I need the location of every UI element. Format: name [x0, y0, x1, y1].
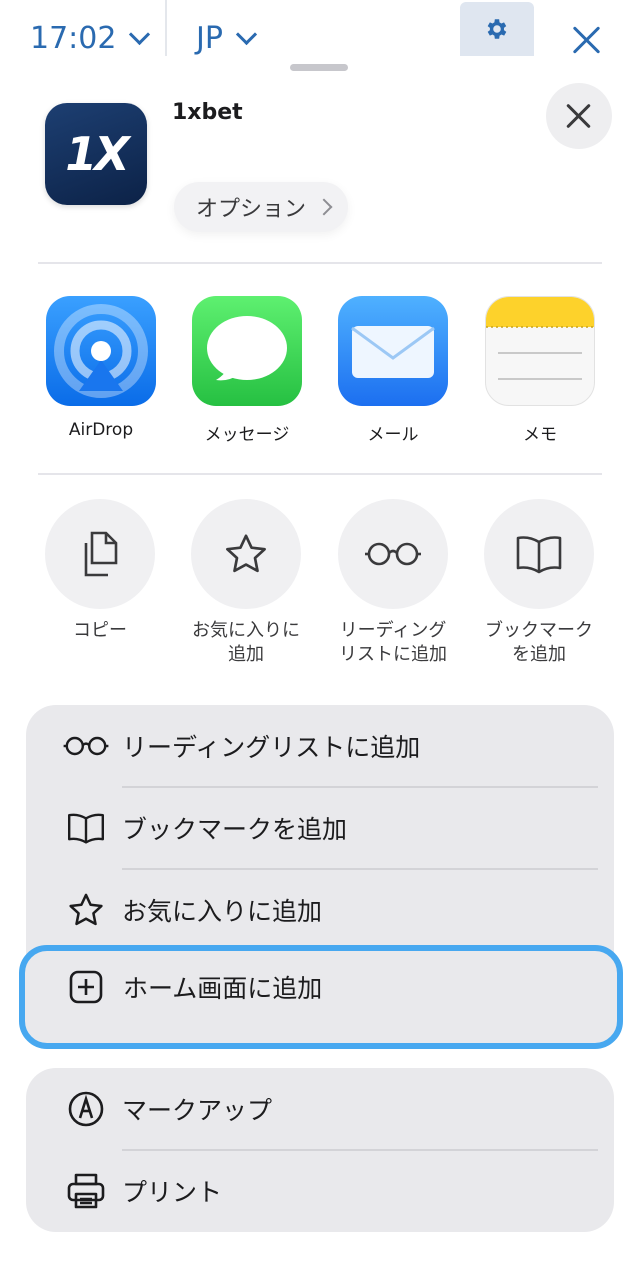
- action-label: コピー: [73, 620, 127, 641]
- gear-icon: [487, 19, 507, 39]
- list-item-label: ホーム画面に追加: [123, 974, 323, 1003]
- app-icon: 1X: [45, 103, 147, 205]
- action-add-favorites[interactable]: お気に入りに 追加: [173, 499, 319, 667]
- share-label: メッセージ: [204, 425, 290, 445]
- close-button[interactable]: [546, 83, 612, 149]
- action-add-reading-list[interactable]: リーディング リストに追加: [320, 499, 466, 667]
- share-messages[interactable]: メッセージ: [177, 296, 317, 445]
- share-airdrop[interactable]: AirDrop: [31, 296, 171, 440]
- share-label: AirDrop: [68, 420, 134, 440]
- divider: [165, 0, 167, 56]
- list-item-label: ブックマークを追加: [122, 815, 348, 844]
- action-list-2: マークアップ プリント: [26, 1068, 614, 1232]
- star-icon: [191, 499, 301, 609]
- action-label: ブックマーク を追加: [485, 620, 593, 665]
- list-item-bookmark[interactable]: ブックマークを追加: [26, 787, 614, 869]
- glasses-icon: [58, 726, 114, 766]
- list-item-print[interactable]: プリント: [26, 1150, 614, 1232]
- printer-icon: [58, 1171, 114, 1211]
- plus-square-icon: [58, 967, 114, 1007]
- list-item-reading-list[interactable]: リーディングリストに追加: [26, 705, 614, 787]
- star-icon: [58, 890, 114, 930]
- divider: [38, 262, 602, 264]
- app-name: 1xbet: [172, 100, 243, 125]
- share-mail[interactable]: メール: [323, 296, 463, 445]
- options-label: オプション: [196, 197, 307, 222]
- copy-icon: [45, 499, 155, 609]
- options-button[interactable]: オプション: [174, 182, 349, 232]
- chevron-down-icon: [235, 23, 258, 45]
- close-icon[interactable]: [566, 20, 606, 60]
- sheet-grabber[interactable]: [290, 64, 348, 71]
- chevron-right-icon: [315, 198, 333, 216]
- markup-icon: [58, 1089, 114, 1129]
- time-selector[interactable]: 17:02: [30, 18, 151, 58]
- app-logo-text: 1X: [65, 127, 130, 181]
- mail-icon: [338, 296, 448, 406]
- action-copy[interactable]: コピー: [27, 499, 173, 643]
- book-icon: [484, 499, 594, 609]
- notes-icon: [485, 296, 595, 406]
- language-selector[interactable]: JP: [196, 18, 258, 58]
- divider: [38, 473, 602, 475]
- share-notes[interactable]: メモ: [470, 296, 610, 445]
- list-item-label: マークアップ: [122, 1096, 273, 1125]
- list-item-favorites[interactable]: お気に入りに追加: [26, 869, 614, 951]
- chevron-down-icon: [129, 23, 151, 45]
- list-item-label: プリント: [122, 1178, 223, 1207]
- settings-button[interactable]: [460, 2, 534, 56]
- action-add-bookmark[interactable]: ブックマーク を追加: [466, 499, 612, 667]
- messages-icon: [192, 296, 302, 406]
- book-icon: [58, 808, 114, 848]
- list-item-markup[interactable]: マークアップ: [26, 1068, 614, 1150]
- list-item-add-to-home-screen[interactable]: ホーム画面に追加: [19, 945, 623, 1049]
- list-item-label: リーディングリストに追加: [122, 733, 421, 762]
- share-label: メール: [367, 425, 419, 445]
- airdrop-icon: [46, 296, 156, 406]
- list-item-label: お気に入りに追加: [122, 897, 323, 926]
- highlighted-row: ホーム画面に追加: [26, 946, 616, 1028]
- share-label: メモ: [523, 425, 557, 445]
- glasses-icon: [338, 499, 448, 609]
- action-label: リーディング リストに追加: [339, 620, 447, 665]
- language-text: JP: [196, 20, 223, 56]
- action-label: お気に入りに 追加: [192, 620, 300, 665]
- time-text: 17:02: [30, 20, 117, 56]
